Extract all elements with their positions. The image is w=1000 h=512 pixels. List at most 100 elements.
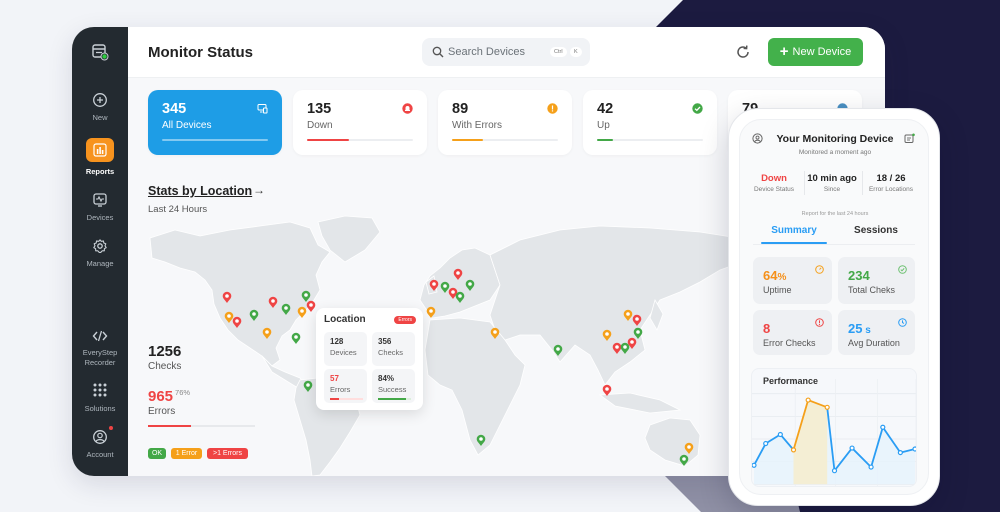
check-circle-icon: [898, 265, 907, 274]
refresh-button[interactable]: [735, 44, 751, 60]
device-list-icon[interactable]: [904, 133, 915, 144]
stat-card-down[interactable]: 135 Down: [293, 90, 427, 155]
errors-label: Errors: [148, 406, 176, 417]
grid-icon: [92, 382, 108, 398]
sidebar-item-label: Manage: [86, 259, 114, 268]
pin-center-dot: [225, 294, 229, 298]
pin-center-dot: [252, 312, 256, 316]
shortcut-key-k: K: [570, 47, 582, 57]
chart-data-point: [752, 462, 757, 468]
new-device-button[interactable]: + New Device: [768, 38, 863, 66]
device-status-value: Down: [761, 173, 787, 184]
pin-center-dot: [429, 309, 433, 313]
stats-by-location-link[interactable]: Stats by Location: [148, 184, 252, 198]
tab-divider: [753, 244, 915, 245]
stat-progress-track: [597, 139, 703, 141]
pin-center-dot: [294, 335, 298, 339]
pin-center-dot: [630, 340, 634, 344]
metric-card-error-checks[interactable]: 8 Error Checks: [753, 310, 832, 355]
metric-label: Total Cheks: [848, 285, 896, 295]
stat-card-with-errors[interactable]: 89 With Errors: [438, 90, 572, 155]
errors-progress-fill: [148, 425, 191, 427]
alert-icon: [402, 103, 413, 114]
pin-center-dot: [443, 284, 447, 288]
errors-progress-track: [148, 425, 255, 427]
plus-icon: +: [779, 43, 789, 60]
errors-value: 965: [148, 388, 174, 405]
since-label: Since: [823, 186, 841, 193]
pin-center-dot: [635, 317, 639, 321]
cell-value: 356: [378, 337, 392, 346]
sidebar-item-label: Reports: [85, 167, 115, 176]
stat-value: 135: [307, 101, 332, 117]
tooltip-cell-checks: 356 Checks: [372, 332, 415, 366]
sidebar: New Reports Devices Manage EveryStep Rec…: [72, 27, 128, 476]
sidebar-item-label: Recorder: [84, 358, 116, 367]
check-circle-icon: [692, 103, 703, 114]
performance-chart-card: Performance: [751, 368, 917, 487]
metric-card-uptime[interactable]: 64% Uptime: [753, 257, 832, 304]
search-input[interactable]: Search Devices Ctrl K: [422, 38, 590, 66]
chart-data-point: [790, 447, 797, 453]
cell-label: Success: [378, 385, 407, 394]
metric-value: 25 s: [848, 321, 871, 336]
gauge-icon: [815, 265, 824, 274]
metric-card-total-checks[interactable]: 234 Total Cheks: [838, 257, 915, 304]
chart-title: Performance: [763, 376, 819, 386]
chart-data-point: [849, 445, 855, 451]
pin-center-dot: [605, 387, 609, 391]
metric-unit: %: [777, 272, 787, 283]
errors-value-row: 965 76%: [148, 388, 190, 405]
chart-data-point: [824, 404, 830, 410]
metric-number: 64: [763, 268, 778, 283]
pin-center-dot: [615, 345, 619, 349]
legend-chip-multiple-errors[interactable]: >1 Errors: [207, 448, 248, 459]
cell-progress-fill: [378, 398, 406, 400]
code-icon: [92, 328, 108, 344]
new-device-label: New Device: [792, 46, 852, 58]
cell-progress-track: [378, 398, 411, 400]
performance-chart: [752, 379, 916, 486]
device-pulse-icon: [92, 192, 108, 208]
map-pin-error[interactable]: [306, 300, 316, 312]
metric-label: Avg Duration: [848, 338, 900, 348]
tab-sessions[interactable]: Sessions: [841, 225, 911, 236]
pin-center-dot: [304, 293, 308, 297]
stat-card-up[interactable]: 42 Up: [583, 90, 717, 155]
sidebar-item-label: EveryStep: [82, 348, 118, 357]
legend-chip-ok[interactable]: OK: [148, 448, 166, 459]
pin-center-dot: [284, 306, 288, 310]
land-asia: [489, 225, 743, 386]
chart-highlight-area: [793, 400, 828, 485]
search-icon: [432, 46, 444, 58]
stat-progress-fill: [452, 139, 483, 141]
metric-card-avg-duration[interactable]: 25 s Avg Duration: [838, 310, 915, 355]
stat-progress-track: [307, 139, 413, 141]
bar-chart-icon: [93, 143, 107, 157]
errors-percent: 76%: [175, 388, 191, 397]
tooltip-title: Location: [324, 314, 366, 325]
stat-progress-track: [162, 139, 268, 141]
tab-summary[interactable]: Summary: [759, 225, 829, 236]
stat-value: 42: [597, 101, 614, 117]
pin-center-dot: [456, 271, 460, 275]
stat-card-all-devices[interactable]: 345 All Devices: [148, 90, 282, 155]
pin-center-dot: [235, 319, 239, 323]
pin-center-dot: [432, 282, 436, 286]
map-pin-ok[interactable]: [291, 332, 301, 344]
metric-unit: s: [862, 325, 871, 336]
metric-label: Error Checks: [763, 338, 816, 348]
metric-number: 234: [848, 268, 870, 283]
server-status-icon[interactable]: [91, 43, 109, 61]
error-icon: [815, 318, 824, 327]
land-southeast-asia: [598, 392, 682, 414]
device-status-label: Device Status: [753, 186, 795, 193]
stat-label: With Errors: [452, 120, 502, 131]
legend-chip-one-error[interactable]: 1 Error: [171, 448, 202, 459]
stat-label: All Devices: [162, 120, 212, 131]
error-locations-label: Error Locations: [868, 186, 914, 193]
chart-data-point: [912, 446, 916, 452]
pin-center-dot: [605, 332, 609, 336]
arrow-right-icon[interactable]: →: [253, 183, 265, 197]
search-placeholder: Search Devices: [448, 46, 526, 58]
